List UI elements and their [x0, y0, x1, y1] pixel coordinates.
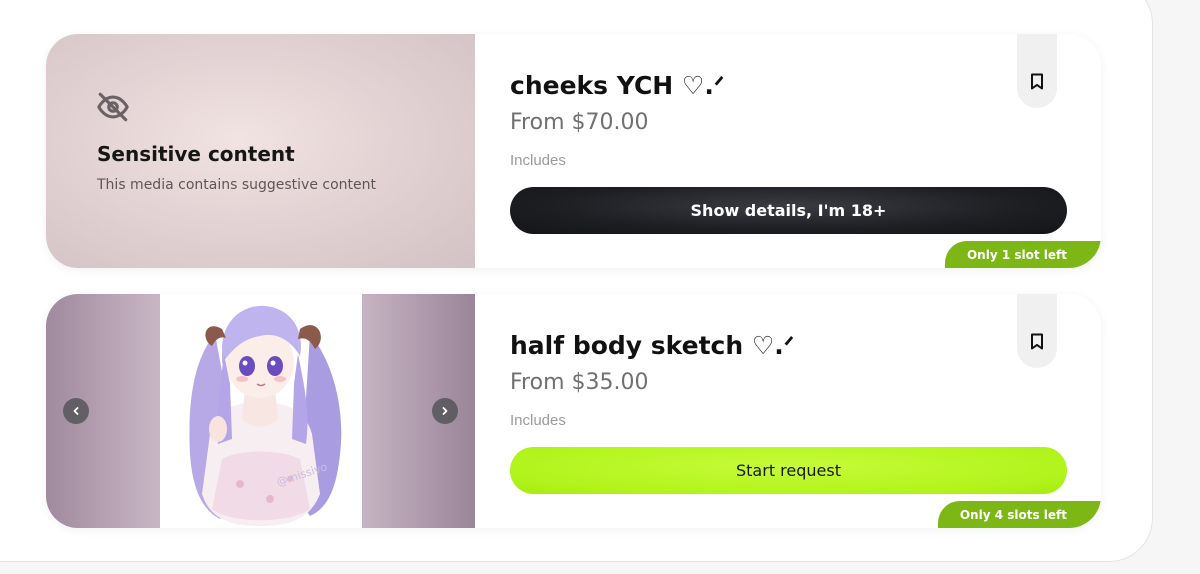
gallery-prev-button[interactable] [63, 398, 89, 424]
sensitive-media-cover[interactable]: Sensitive content This media contains su… [46, 34, 475, 268]
listing-title[interactable]: cheeks YCH ♡.ᐟ [510, 71, 724, 100]
listing-card[interactable]: Sensitive content This media contains su… [46, 34, 1101, 268]
includes-label: Includes [510, 152, 566, 169]
artwork-image[interactable]: @missivo [160, 294, 362, 528]
bookmark-button[interactable] [1017, 34, 1057, 108]
artwork-illustration: @missivo [189, 305, 342, 526]
slots-badge: Only 1 slot left [944, 241, 1101, 268]
chevron-right-icon [442, 407, 448, 415]
includes-label: Includes [510, 412, 566, 429]
listing-price: From $70.00 [510, 110, 649, 135]
bookmark-icon [1031, 73, 1043, 90]
chevron-left-icon [73, 407, 79, 415]
sensitive-subtitle: This media contains suggestive content [97, 177, 377, 193]
bookmark-button[interactable] [1017, 294, 1057, 368]
image-gallery[interactable]: @missivo [46, 294, 475, 528]
slots-badge: Only 4 slots left [937, 501, 1101, 528]
gallery-next-button[interactable] [432, 398, 458, 424]
listing-title[interactable]: half body sketch ♡.ᐟ [510, 331, 794, 360]
listing-price: From $35.00 [510, 370, 649, 395]
bookmark-icon [1031, 333, 1043, 350]
listing-card[interactable]: @missivo half body sketch ♡.ᐟ From $35.0… [46, 294, 1101, 528]
start-request-button[interactable]: Start request [510, 447, 1067, 494]
sensitive-title: Sensitive content [97, 142, 295, 166]
eye-off-icon [97, 92, 129, 122]
show-details-button[interactable]: Show details, I'm 18+ [510, 187, 1067, 234]
